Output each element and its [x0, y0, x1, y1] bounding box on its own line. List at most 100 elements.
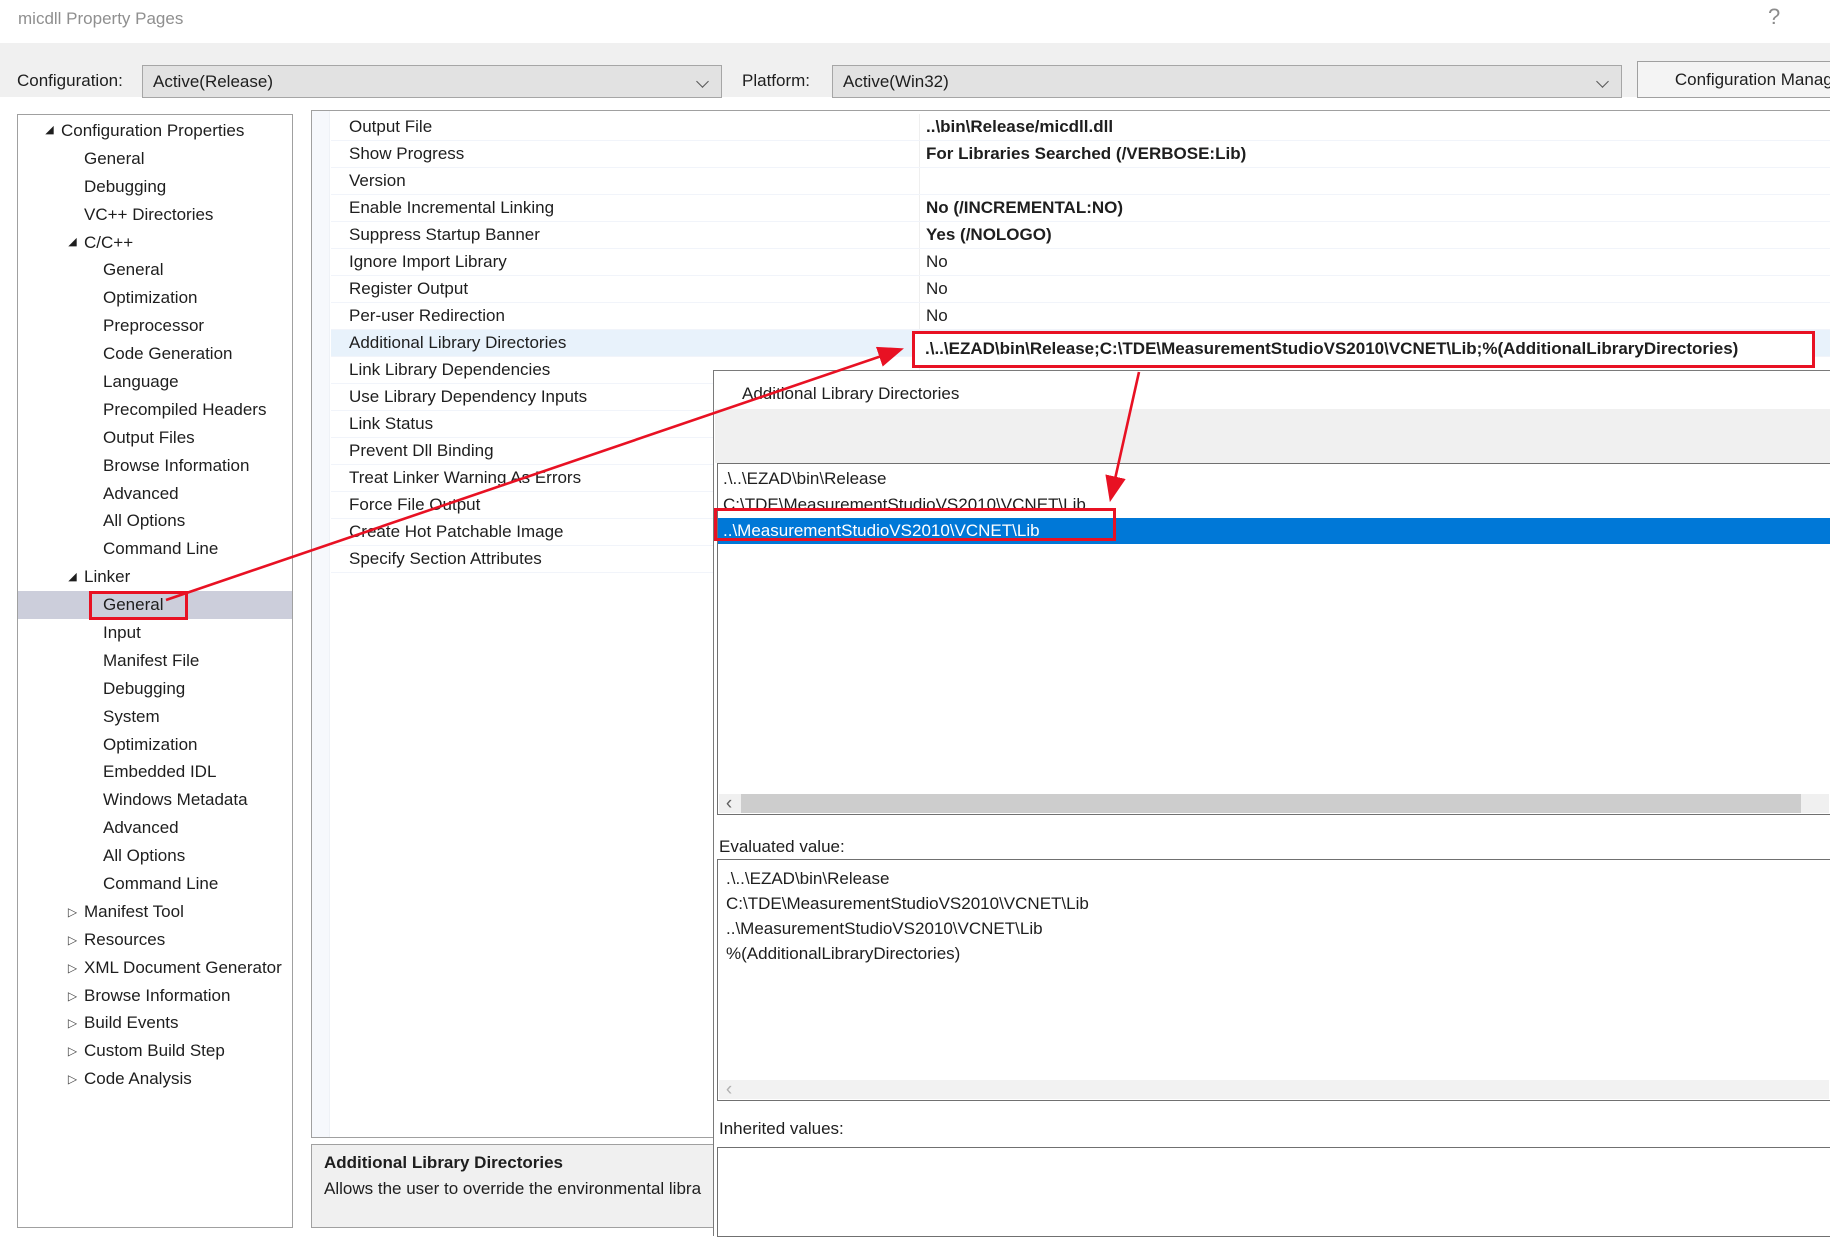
tree-expander-icon[interactable]: ▷ [63, 1045, 82, 1057]
property-name: Enable Incremental Linking [331, 198, 919, 218]
sidebar-tree-item[interactable]: ◢ Linker [18, 563, 292, 591]
sidebar-tree-item[interactable]: Input [18, 619, 292, 647]
scroll-left-icon[interactable]: ‹ [719, 1080, 739, 1099]
tree-item-label: C/C++ [82, 233, 133, 253]
sidebar-tree-item[interactable]: Manifest File [18, 647, 292, 675]
sidebar-tree-item[interactable]: All Options [18, 507, 292, 535]
tree-item-label: General [82, 149, 144, 169]
sidebar-tree-item[interactable]: ◢ C/C++ [18, 229, 292, 257]
property-row[interactable]: Ignore Import Library No [331, 249, 1830, 276]
tree-expander-icon[interactable]: ▷ [63, 1017, 82, 1029]
sidebar-tree-item[interactable]: System [18, 703, 292, 731]
tree-expander-icon[interactable]: ▷ [63, 1073, 82, 1085]
tree-item-label: Manifest File [101, 651, 199, 671]
hscrollbar-thumb[interactable] [741, 794, 1801, 813]
sidebar-tree-item[interactable]: Embedded IDL [18, 758, 292, 786]
configuration-manager-button[interactable]: Configuration Manager... [1637, 61, 1830, 98]
sidebar-tree-item[interactable]: Output Files [18, 424, 292, 452]
tree-item-label: General [101, 260, 163, 280]
sidebar-tree-item[interactable]: Preprocessor [18, 312, 292, 340]
sidebar-tree-item[interactable]: Command Line [18, 535, 292, 563]
platform-combobox-value: Active(Win32) [843, 72, 949, 92]
sidebar-tree-item[interactable]: General [18, 256, 292, 284]
sidebar-tree-item[interactable]: General [18, 145, 292, 173]
property-value[interactable]: Yes (/NOLOGO) [920, 225, 1830, 245]
description-title: Additional Library Directories [324, 1153, 705, 1173]
sidebar-tree-item[interactable]: ▷ XML Document Generator [18, 954, 292, 982]
tree-item-label: Embedded IDL [101, 762, 216, 782]
platform-label: Platform: [742, 71, 810, 91]
tree-item-label: Linker [82, 567, 130, 587]
tree-item-label: Windows Metadata [101, 790, 248, 810]
property-value[interactable]: No [920, 252, 1830, 272]
property-value[interactable]: For Libraries Searched (/VERBOSE:Lib) [920, 144, 1830, 164]
sidebar-tree-item[interactable]: Precompiled Headers [18, 396, 292, 424]
sidebar-tree-item[interactable]: ▷ Build Events [18, 1010, 292, 1038]
configuration-label: Configuration: [17, 71, 123, 91]
sidebar-tree-item[interactable]: Language [18, 368, 292, 396]
sidebar-tree-item[interactable]: Browse Information [18, 452, 292, 480]
sidebar-tree-item[interactable]: ◢ Configuration Properties [18, 117, 292, 145]
property-row[interactable]: Per-user Redirection No [331, 303, 1830, 330]
property-row[interactable]: Register Output No [331, 276, 1830, 303]
sidebar-tree-item[interactable]: General [18, 591, 292, 619]
property-row[interactable]: Show Progress For Libraries Searched (/V… [331, 141, 1830, 168]
property-name: Ignore Import Library [331, 252, 919, 272]
tree-item-label: Preprocessor [101, 316, 204, 336]
property-row[interactable]: Output File ..\bin\Release/micdll.dll [331, 114, 1830, 141]
sidebar-tree-item[interactable]: ▷ Manifest Tool [18, 898, 292, 926]
tree-item-label: Advanced [101, 484, 179, 504]
sidebar-tree-item[interactable]: Windows Metadata [18, 786, 292, 814]
tree-expander-icon[interactable]: ▷ [63, 906, 82, 918]
tree-expander-icon[interactable]: ▷ [63, 962, 82, 974]
sidebar-tree-item[interactable]: ▷ Custom Build Step [18, 1037, 292, 1065]
scroll-left-icon[interactable]: ‹ [719, 794, 739, 813]
tree-item-label: Input [101, 623, 141, 643]
property-row[interactable]: Enable Incremental Linking No (/INCREMEN… [331, 195, 1830, 222]
property-value[interactable]: No [920, 279, 1830, 299]
tree-expander-icon[interactable]: ◢ [63, 572, 82, 583]
tree-item-label: Optimization [101, 288, 197, 308]
evaluated-value-label: Evaluated value: [719, 837, 845, 857]
sidebar-tree-item[interactable]: ▷ Browse Information [18, 982, 292, 1010]
tree-item-label: VC++ Directories [82, 205, 213, 225]
sidebar-tree-item[interactable]: Debugging [18, 675, 292, 703]
sidebar-tree-item[interactable]: Code Generation [18, 340, 292, 368]
window-title: micdll Property Pages [18, 9, 183, 29]
property-name: Additional Library Directories [331, 333, 919, 353]
configuration-combobox[interactable]: Active(Release) [142, 65, 722, 98]
tree-expander-icon[interactable]: ◢ [63, 237, 82, 248]
property-name: Suppress Startup Banner [331, 225, 919, 245]
tree-expander-icon[interactable]: ◢ [40, 125, 59, 136]
tree-expander-icon[interactable]: ▷ [63, 934, 82, 946]
property-value[interactable]: No [920, 306, 1830, 326]
property-value[interactable]: ..\bin\Release/micdll.dll [920, 117, 1830, 137]
tree-item-label: Language [101, 372, 179, 392]
property-value[interactable]: No (/INCREMENTAL:NO) [920, 198, 1830, 218]
sidebar-tree-item[interactable]: Optimization [18, 284, 292, 312]
sidebar-tree-item[interactable]: Optimization [18, 731, 292, 759]
dialog-title: Additional Library Directories [742, 384, 959, 404]
property-name: Per-user Redirection [331, 306, 919, 326]
sidebar-tree-item[interactable]: ▷ Resources [18, 926, 292, 954]
sidebar-tree-item[interactable]: Advanced [18, 814, 292, 842]
tree-item-label: Command Line [101, 539, 218, 559]
property-row[interactable]: Version [331, 168, 1830, 195]
sidebar-tree-item[interactable]: VC++ Directories [18, 201, 292, 229]
tree-item-label: All Options [101, 511, 185, 531]
annotation-box-property-value: .\..\EZAD\bin\Release;C:\TDE\Measurement… [912, 331, 1815, 368]
property-row[interactable]: Suppress Startup Banner Yes (/NOLOGO) [331, 222, 1830, 249]
sidebar-tree-item[interactable]: Advanced [18, 480, 292, 508]
sidebar-tree-item[interactable]: Command Line [18, 870, 292, 898]
tree-expander-icon[interactable]: ▷ [63, 990, 82, 1002]
help-icon[interactable]: ? [1768, 4, 1780, 30]
sidebar-tree-item[interactable]: All Options [18, 842, 292, 870]
sidebar-tree-item[interactable]: ▷ Code Analysis [18, 1065, 292, 1093]
evaluated-value-box[interactable]: .\..\EZAD\bin\ReleaseC:\TDE\MeasurementS… [717, 859, 1830, 1101]
inherited-values-box[interactable] [717, 1147, 1830, 1237]
directory-list-item[interactable]: .\..\EZAD\bin\Release [718, 466, 1830, 492]
list-hscrollbar[interactable]: ‹ [719, 794, 1829, 813]
sidebar-tree-item[interactable]: Debugging [18, 173, 292, 201]
platform-combobox[interactable]: Active(Win32) [832, 65, 1622, 98]
evaluated-hscrollbar[interactable]: ‹ [719, 1080, 1829, 1099]
